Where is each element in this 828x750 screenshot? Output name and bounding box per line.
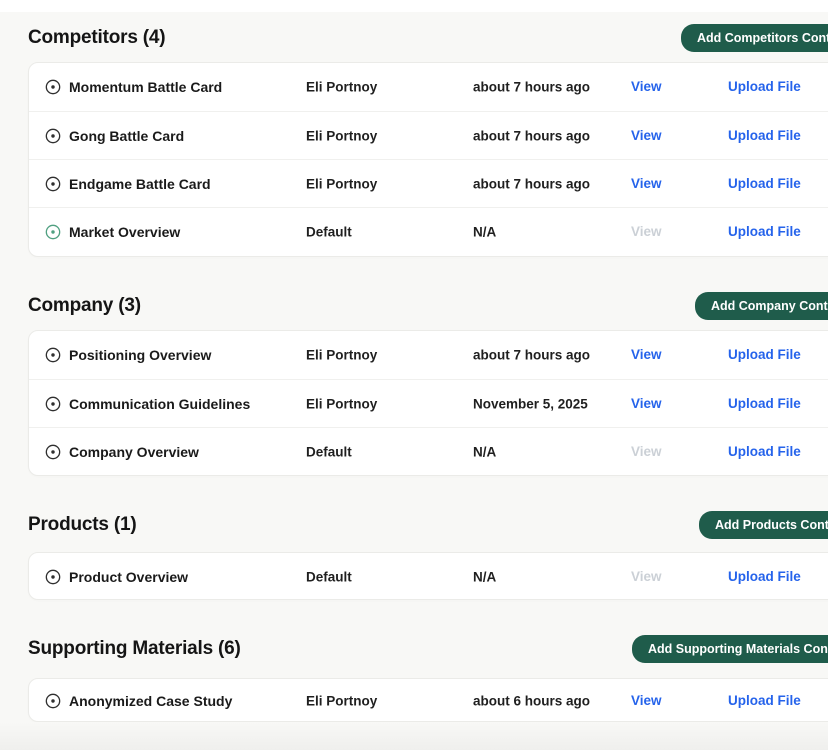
row-updated: N/A [473,444,496,459]
content-row: Communication Guidelines Eli Portnoy Nov… [29,379,828,427]
view-link-disabled: View [631,569,662,584]
row-updated: about 7 hours ago [473,80,590,95]
row-name: Product Overview [69,569,188,585]
view-link[interactable]: View [631,396,662,411]
section-title-company: Company (3) [28,294,141,318]
circle-dot-icon [45,224,61,240]
row-author: Default [306,444,352,459]
section-title-products: Products (1) [28,513,136,537]
row-name: Positioning Overview [69,347,211,363]
view-link-disabled: View [631,444,662,459]
circle-dot-icon [45,79,61,95]
upload-file-link[interactable]: Upload File [728,224,801,239]
row-name: Communication Guidelines [69,396,250,412]
row-author: Default [306,224,352,239]
supporting-materials-card: Anonymized Case Study Eli Portnoy about … [28,678,828,722]
content-row: Momentum Battle Card Eli Portnoy about 7… [29,63,828,111]
content-row: Company Overview Default N/A View Upload… [29,427,828,475]
row-author: Eli Portnoy [306,694,377,709]
products-card: Product Overview Default N/A View Upload… [28,552,828,600]
company-card: Positioning Overview Eli Portnoy about 7… [28,330,828,476]
upload-file-link[interactable]: Upload File [728,569,801,584]
circle-dot-icon [45,569,61,585]
view-link[interactable]: View [631,79,662,94]
row-author: Eli Portnoy [306,176,377,191]
view-link[interactable]: View [631,176,662,191]
content-row: Market Overview Default N/A View Upload … [29,207,828,255]
row-name: Endgame Battle Card [69,176,211,192]
upload-file-link[interactable]: Upload File [728,347,801,362]
row-updated: November 5, 2025 [473,396,588,411]
previous-section-card-edge [0,0,828,12]
circle-dot-icon [45,396,61,412]
row-updated: N/A [473,224,496,239]
content-row: Positioning Overview Eli Portnoy about 7… [29,331,828,379]
circle-dot-icon [45,444,61,460]
upload-file-link[interactable]: Upload File [728,128,801,143]
row-updated: about 6 hours ago [473,694,590,709]
row-author: Eli Portnoy [306,396,377,411]
content-row: Product Overview Default N/A View Upload… [29,553,828,600]
add-supporting-materials-content-button[interactable]: Add Supporting Materials Content [632,635,828,663]
view-link[interactable]: View [631,693,662,708]
row-author: Eli Portnoy [306,80,377,95]
circle-dot-icon [45,347,61,363]
row-author: Default [306,570,352,585]
upload-file-link[interactable]: Upload File [728,79,801,94]
section-title-competitors: Competitors (4) [28,26,165,50]
upload-file-link[interactable]: Upload File [728,176,801,191]
add-company-content-button[interactable]: Add Company Content [695,292,828,320]
content-row: Endgame Battle Card Eli Portnoy about 7 … [29,159,828,207]
add-competitors-content-button[interactable]: Add Competitors Content [681,24,828,52]
content-row: Gong Battle Card Eli Portnoy about 7 hou… [29,111,828,159]
upload-file-link[interactable]: Upload File [728,396,801,411]
circle-dot-icon [45,693,61,709]
view-link[interactable]: View [631,128,662,143]
row-name: Anonymized Case Study [69,693,232,709]
upload-file-link[interactable]: Upload File [728,693,801,708]
view-link[interactable]: View [631,347,662,362]
circle-dot-icon [45,176,61,192]
row-author: Eli Portnoy [306,128,377,143]
bottom-fade [0,722,828,750]
row-name: Company Overview [69,444,199,460]
row-author: Eli Portnoy [306,348,377,363]
add-products-content-button[interactable]: Add Products Content [699,511,828,539]
upload-file-link[interactable]: Upload File [728,444,801,459]
row-updated: N/A [473,570,496,585]
row-name: Momentum Battle Card [69,79,222,95]
section-title-supporting-materials: Supporting Materials (6) [28,637,241,661]
row-updated: about 7 hours ago [473,176,590,191]
competitors-card: Momentum Battle Card Eli Portnoy about 7… [28,62,828,257]
row-name: Market Overview [69,224,180,240]
row-updated: about 7 hours ago [473,348,590,363]
view-link-disabled: View [631,224,662,239]
content-row: Anonymized Case Study Eli Portnoy about … [29,679,828,722]
row-updated: about 7 hours ago [473,128,590,143]
circle-dot-icon [45,128,61,144]
row-name: Gong Battle Card [69,128,184,144]
